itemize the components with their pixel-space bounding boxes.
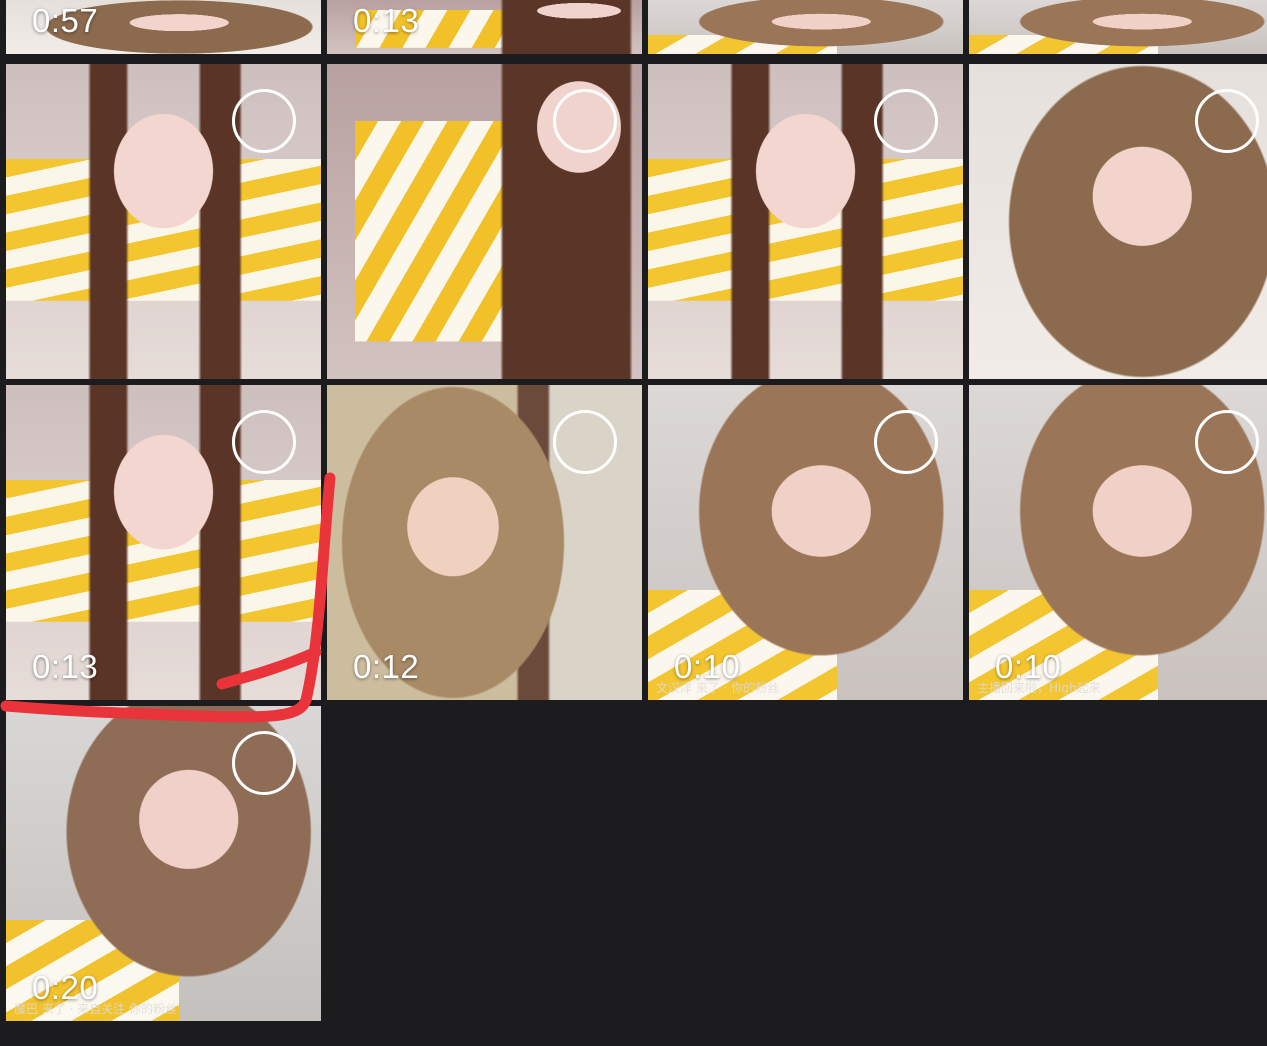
photo-picker-grid: 0:57 0:13 0:13 0:12 0:10 文汉洋 来了 · 你的粉丝 0…: [0, 0, 1267, 1046]
circle-select-icon[interactable]: [874, 89, 938, 153]
video-duration: 0:12: [353, 648, 420, 685]
circle-select-icon[interactable]: [1195, 410, 1259, 474]
media-tile-r1-c3[interactable]: [648, 64, 963, 379]
circle-select-icon[interactable]: [1195, 89, 1259, 153]
media-tile-top-2[interactable]: [648, 0, 963, 54]
stream-chat-overlay: 文汉洋 来了 · 你的粉丝: [656, 681, 780, 695]
media-tile-r1-c4[interactable]: [969, 64, 1267, 379]
circle-select-icon[interactable]: [553, 410, 617, 474]
media-tile-top-1[interactable]: 0:13: [327, 0, 642, 54]
media-tile-r2-c4[interactable]: 0:10 主播回来啦，High起来: [969, 385, 1267, 700]
media-tile-r2-c3[interactable]: 0:10 文汉洋 来了 · 你的粉丝: [648, 385, 963, 700]
stream-chat-overlay: 主播回来啦，High起来: [977, 681, 1101, 695]
media-tile-r2-c2[interactable]: 0:12: [327, 385, 642, 700]
video-thumbnail: [648, 0, 963, 54]
media-tile-top-0[interactable]: 0:57: [6, 0, 321, 54]
media-tile-r2-c1[interactable]: 0:13: [6, 385, 321, 700]
circle-select-icon[interactable]: [232, 410, 296, 474]
video-duration: 0:57: [32, 2, 99, 39]
media-tile-top-3[interactable]: [969, 0, 1267, 54]
video-duration: 0:13: [353, 2, 420, 39]
circle-select-icon[interactable]: [232, 731, 296, 795]
stream-chat-overlay: 魔巴 来了 · 来自关注 你的粉丝: [14, 1002, 178, 1016]
video-duration: 0:13: [32, 648, 99, 685]
media-tile-r1-c1[interactable]: [6, 64, 321, 379]
media-tile-r1-c2[interactable]: [327, 64, 642, 379]
video-thumbnail: [969, 0, 1267, 54]
media-tile-r3-c1[interactable]: 0:20 魔巴 来了 · 来自关注 你的粉丝: [6, 706, 321, 1021]
circle-select-icon[interactable]: [232, 89, 296, 153]
circle-select-icon[interactable]: [874, 410, 938, 474]
circle-select-icon[interactable]: [553, 89, 617, 153]
